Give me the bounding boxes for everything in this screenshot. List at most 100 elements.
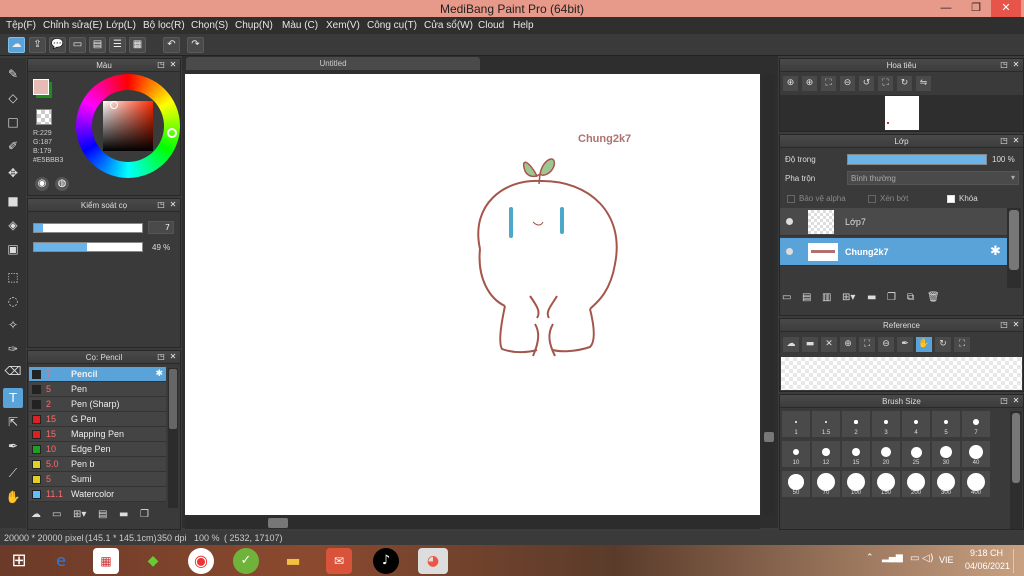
canvas[interactable]: Chung2k7	[185, 74, 760, 515]
primary-color-swatch[interactable]	[33, 79, 49, 95]
operation-tool-icon[interactable]: ⇱	[3, 412, 23, 432]
brush-size-option[interactable]: 30	[931, 440, 961, 468]
eyedropper-icon[interactable]: ✒	[897, 337, 913, 352]
brush-list-item[interactable]: 2 Pen (Sharp)	[29, 397, 166, 412]
minimize-button[interactable]: —	[931, 0, 961, 17]
select-tool-icon[interactable]: ⬚	[3, 267, 23, 287]
close-reference-icon[interactable]: ✕	[821, 337, 837, 352]
mail-icon[interactable]: ✉	[326, 548, 352, 574]
language-indicator[interactable]: VIE	[939, 555, 954, 565]
open-folder-icon[interactable]: ▬	[802, 337, 818, 352]
menu-filter[interactable]: Bộ lọc(R)	[143, 20, 185, 31]
brush-size-option[interactable]: 70	[811, 470, 841, 498]
chrome-icon[interactable]: ◉	[188, 548, 214, 574]
brush-size-option[interactable]: 7	[961, 410, 991, 438]
navigator-thumbnail[interactable]	[885, 96, 919, 130]
layer-row[interactable]: Lớp7	[780, 208, 1007, 236]
close-button[interactable]: ✕	[991, 0, 1021, 17]
blend-mode-select[interactable]: Bình thường ▾	[847, 171, 1019, 185]
menu-help[interactable]: Help	[513, 20, 534, 31]
palette-add-icon[interactable]: ◍	[55, 177, 69, 191]
select-pen-tool-icon[interactable]: ✑	[3, 339, 23, 359]
protect-alpha-checkbox[interactable]	[787, 195, 795, 203]
reference-view[interactable]	[781, 357, 1022, 390]
clipping-checkbox[interactable]	[868, 195, 876, 203]
brush-duplicate-icon[interactable]: ❐	[140, 509, 156, 527]
delete-layer-icon[interactable]: 🗑	[927, 292, 942, 303]
rotate-left-icon[interactable]: ↺	[859, 76, 874, 91]
eye-icon[interactable]	[786, 248, 793, 255]
layer-folder-icon[interactable]: ▬	[867, 292, 882, 303]
brush-add-cloud-icon[interactable]: ☁	[31, 509, 47, 527]
brush-list-item[interactable]: 5 Pen	[29, 382, 166, 397]
menu-edit[interactable]: Chỉnh sửa(E)	[43, 20, 103, 31]
brush-size-option[interactable]: 1	[781, 410, 811, 438]
fill-rect-tool-icon[interactable]: ■	[3, 191, 23, 211]
brush-list-item[interactable]: 5.0 Pen b	[29, 457, 166, 472]
brush-size-option[interactable]: 50	[781, 470, 811, 498]
app-grid-icon[interactable]: ▦	[93, 548, 119, 574]
canvas-vertical-scrollbar[interactable]	[763, 74, 775, 515]
panel-close-icon[interactable]: ✕	[168, 352, 178, 362]
brush-folder-icon[interactable]: ▬	[119, 509, 135, 527]
medibang-taskbar-icon[interactable]: ◕	[418, 548, 448, 574]
actual-size-icon[interactable]: ⛶	[878, 76, 893, 91]
brush-list-scrollbar[interactable]	[168, 368, 178, 508]
zoom-fit-icon[interactable]: ⊕	[783, 76, 798, 91]
saturation-square[interactable]	[103, 101, 153, 151]
maximize-button[interactable]: ❐	[961, 0, 991, 17]
brush-list-item[interactable]: 7 Pencil ✱	[29, 367, 166, 382]
zoom-in-icon[interactable]: ⊕	[802, 76, 817, 91]
brush-size-option[interactable]: 200	[901, 470, 931, 498]
show-desktop-button[interactable]	[1013, 549, 1019, 573]
zoom-out-icon[interactable]: ⊖	[878, 337, 894, 352]
clock-date[interactable]: 04/06/2021	[965, 561, 1010, 571]
duplicate-layer-icon[interactable]: ❐	[887, 292, 902, 303]
brush-tool-icon[interactable]: ✎	[3, 64, 23, 84]
fit-icon[interactable]: ⛶	[859, 337, 875, 352]
panel-undock-icon[interactable]: ◳	[999, 396, 1009, 406]
menu-snap[interactable]: Chụp(N)	[235, 20, 273, 31]
add-layer-menu-icon[interactable]: ⊞▾	[842, 292, 862, 303]
brush-list-item[interactable]: 5 Sumi	[29, 472, 166, 487]
share-icon[interactable]: ⇪	[29, 37, 46, 53]
brush-size-option[interactable]: 15	[841, 440, 871, 468]
new-halftone-layer-icon[interactable]: ▤	[802, 292, 817, 303]
panel-undock-icon[interactable]: ◳	[156, 200, 166, 210]
internet-explorer-icon[interactable]: e	[48, 548, 74, 574]
bluestacks-icon[interactable]: ◆	[140, 548, 166, 574]
layer-list-scrollbar[interactable]	[1007, 208, 1021, 288]
panel-undock-icon[interactable]: ◳	[156, 352, 166, 362]
rotate-icon[interactable]: ↻	[935, 337, 951, 352]
menu-layer[interactable]: Lớp(L)	[106, 20, 136, 31]
brush-list-item[interactable]: 10 Edge Pen	[29, 442, 166, 457]
menu-tools[interactable]: Công cụ(T)	[367, 20, 417, 31]
panel-undock-icon[interactable]: ◳	[999, 136, 1009, 146]
brush-size-option[interactable]: 300	[931, 470, 961, 498]
brush-size-value[interactable]: 7	[148, 221, 174, 234]
network-icon[interactable]: ▂▄▆	[882, 553, 903, 563]
brush-size-option[interactable]: 12	[811, 440, 841, 468]
move-tool-icon[interactable]: ✥	[3, 163, 23, 183]
menu-view[interactable]: Xem(V)	[326, 20, 360, 31]
rotate-right-icon[interactable]: ↻	[897, 76, 912, 91]
brush-size-option[interactable]: 4	[901, 410, 931, 438]
merge-layer-icon[interactable]: ⧉	[907, 292, 922, 303]
menu-file[interactable]: Tệp(F)	[6, 20, 36, 31]
gradient-tool-icon[interactable]: ▣	[3, 239, 23, 259]
windows-start-icon[interactable]: ⊞	[6, 548, 32, 574]
clock-time[interactable]: 9:18 CH	[970, 548, 1003, 558]
layer-row[interactable]: Chung2k7 ✱	[780, 238, 1007, 266]
tiktok-icon[interactable]: ♪	[373, 548, 399, 574]
magic-wand-tool-icon[interactable]: ✧	[3, 315, 23, 335]
canvas-horizontal-scrollbar[interactable]	[185, 517, 760, 529]
layer-properties-icon[interactable]: ▥	[822, 292, 837, 303]
select-eraser-tool-icon[interactable]: ⌫	[3, 361, 23, 381]
brush-list-item[interactable]: 15 G Pen	[29, 412, 166, 427]
brush-size-option[interactable]: 150	[871, 470, 901, 498]
brush-opacity-slider[interactable]	[33, 242, 143, 252]
page-icon[interactable]: ▤	[89, 37, 106, 53]
undo-icon[interactable]: ↶	[163, 37, 180, 53]
brush-size-option[interactable]: 20	[871, 440, 901, 468]
lasso-tool-icon[interactable]: ◌	[3, 291, 23, 311]
